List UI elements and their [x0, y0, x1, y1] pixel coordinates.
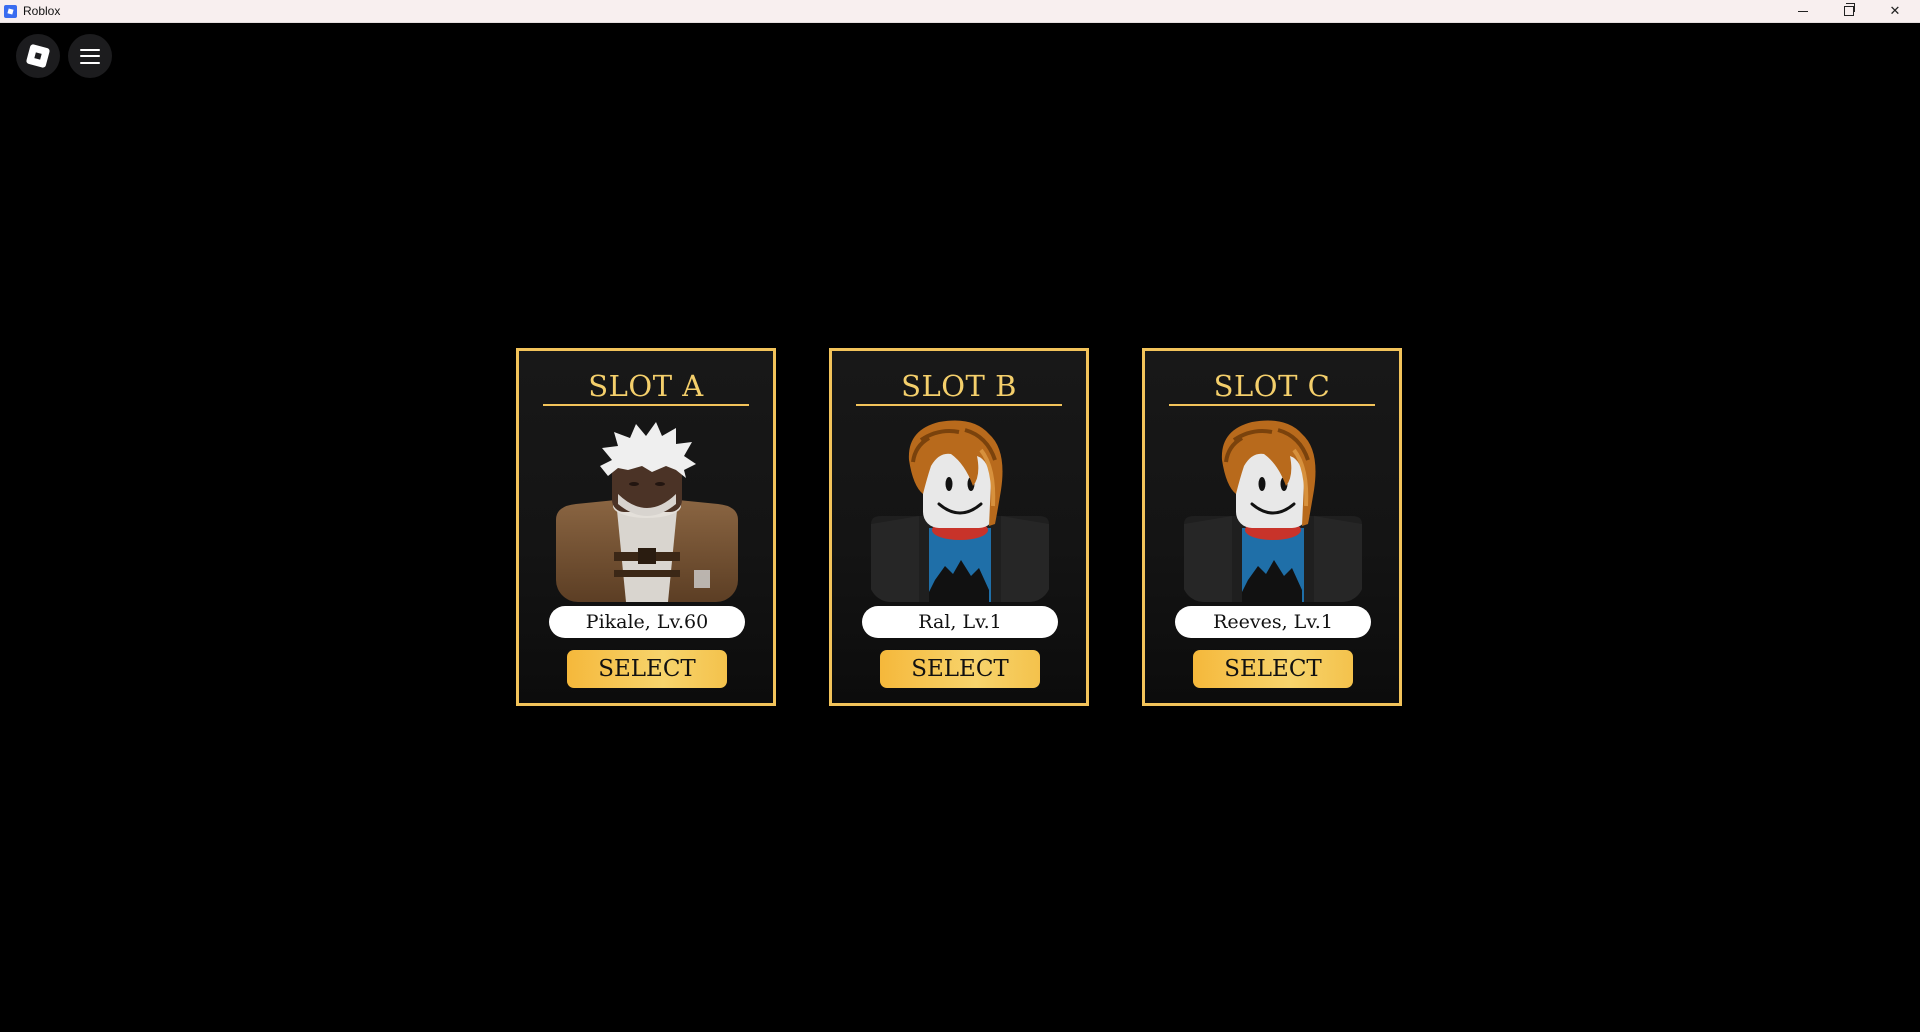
character-name-label: Ral, Lv.1: [862, 606, 1058, 638]
title-underline: [856, 404, 1062, 406]
restore-button[interactable]: [1826, 0, 1872, 22]
select-slot-b-button[interactable]: SELECT: [880, 650, 1040, 688]
hamburger-menu-icon: [80, 48, 100, 64]
restore-icon: [1844, 3, 1855, 16]
slot-title: SLOT B: [901, 369, 1017, 403]
character-name-label: Pikale, Lv.60: [549, 606, 745, 638]
title-underline: [1169, 404, 1375, 406]
window-titlebar: Roblox ✕: [0, 0, 1920, 23]
bacon-hair-character-icon: [1184, 420, 1362, 602]
roblox-app-icon: [4, 5, 17, 18]
window-title: Roblox: [23, 4, 61, 18]
close-icon: ✕: [1889, 3, 1901, 19]
minimize-button[interactable]: [1780, 0, 1826, 22]
title-underline: [543, 404, 749, 406]
character-name-label: Reeves, Lv.1: [1175, 606, 1371, 638]
slot-card-c: SLOT C Reeves, Lv.1 SELECT: [1142, 348, 1402, 706]
roblox-menu-button[interactable]: [16, 34, 60, 78]
roblox-logo-icon: [25, 43, 51, 69]
slot-title: SLOT A: [588, 369, 704, 403]
character-avatar: [1182, 420, 1364, 602]
bacon-hair-character-icon: [871, 420, 1049, 602]
slot-title: SLOT C: [1213, 369, 1331, 403]
select-slot-a-button[interactable]: SELECT: [567, 650, 727, 688]
white-haired-character-icon: [556, 422, 738, 602]
slot-card-a: SLOT A Pikale, Lv.60 SELECT: [516, 348, 776, 706]
hamburger-menu-button[interactable]: [68, 34, 112, 78]
character-avatar: [869, 420, 1051, 602]
close-button[interactable]: ✕: [1872, 0, 1918, 22]
character-avatar: [556, 420, 738, 602]
slot-card-b: SLOT B Ral, Lv.1 SELECT: [829, 348, 1089, 706]
minimize-icon: [1798, 10, 1808, 12]
select-slot-c-button[interactable]: SELECT: [1193, 650, 1353, 688]
